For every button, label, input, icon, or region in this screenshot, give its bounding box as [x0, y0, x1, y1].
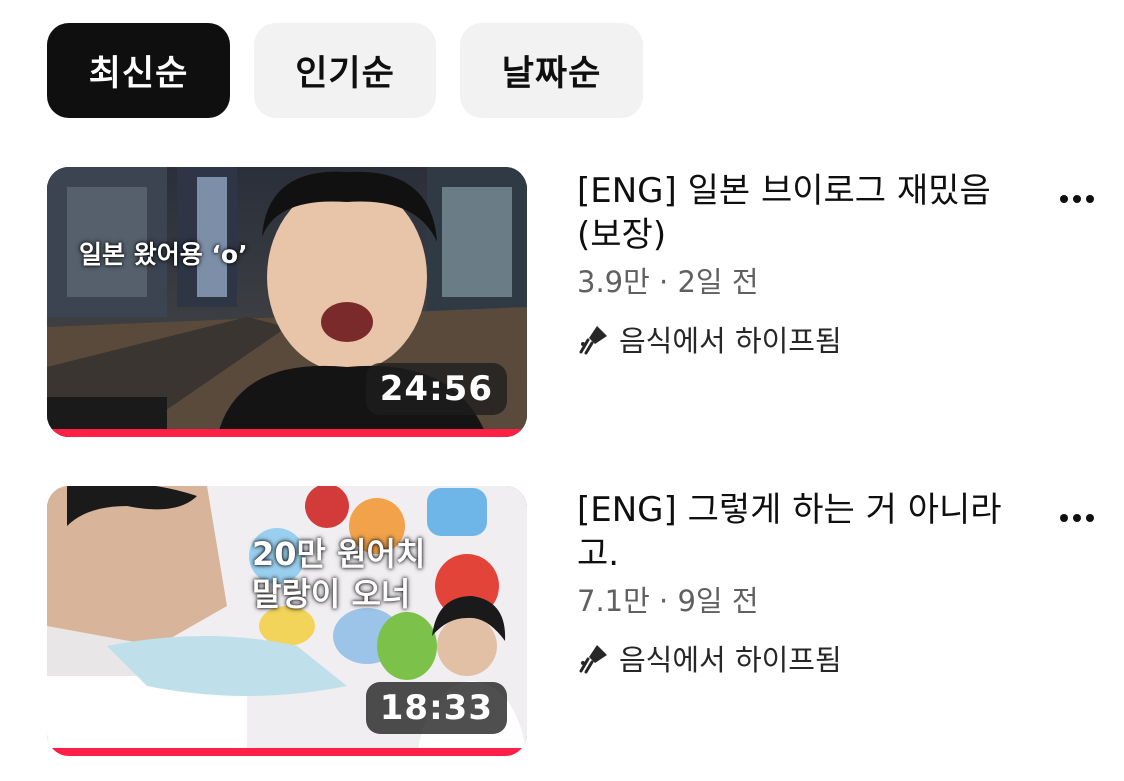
duration-badge: 18:33: [365, 682, 507, 734]
thumbnail-caption-line: 20만 원어치: [252, 535, 426, 573]
more-vert-icon: [1060, 514, 1068, 522]
view-count: 3.9만: [577, 265, 650, 299]
thumbnail-caption-line: 말랑이 오너: [252, 575, 411, 613]
more-options-button[interactable]: [1055, 177, 1099, 221]
video-title[interactable]: [ENG] 일본 브이로그 재밌음 (보장): [577, 169, 1027, 257]
hype-rocket-icon: [579, 645, 607, 674]
more-options-button[interactable]: [1055, 496, 1099, 540]
view-count: 7.1만: [577, 584, 650, 618]
more-vert-icon: [1060, 195, 1068, 203]
chip-popular[interactable]: 인기순: [254, 23, 436, 118]
thumbnail-caption: 일본 왔어용 ‘o’: [79, 240, 248, 269]
sort-chip-bar: 최신순 인기순 날짜순: [47, 23, 643, 118]
hype-badge: 음식에서 하이프됨: [577, 637, 842, 679]
video-thumbnail[interactable]: 일본 왔어용 ‘o’ 24:56: [47, 167, 527, 437]
meta-separator: ·: [659, 265, 669, 299]
video-meta: 3.9만 · 2일 전: [577, 259, 759, 301]
duration-badge: 24:56: [365, 363, 507, 415]
chip-date[interactable]: 날짜순: [460, 23, 643, 118]
hype-badge: 음식에서 하이프됨: [577, 318, 842, 360]
chip-latest[interactable]: 최신순: [47, 23, 230, 118]
hype-label: 음식에서 하이프됨: [619, 324, 842, 358]
thumbnail-caption: 20만 원어치 말랑이 오너: [252, 534, 425, 614]
video-thumbnail[interactable]: 20만 원어치 말랑이 오너 18:33: [47, 486, 527, 756]
hype-rocket-icon: [579, 326, 607, 355]
video-title[interactable]: [ENG] 그렇게 하는 거 아니라고.: [577, 488, 1027, 576]
watch-progress-bar: [47, 748, 527, 756]
video-meta: 7.1만 · 9일 전: [577, 578, 759, 620]
hype-label: 음식에서 하이프됨: [619, 643, 842, 677]
upload-age: 9일 전: [677, 584, 759, 618]
meta-separator: ·: [659, 584, 669, 618]
upload-age: 2일 전: [677, 265, 759, 299]
watch-progress-bar: [47, 429, 527, 437]
